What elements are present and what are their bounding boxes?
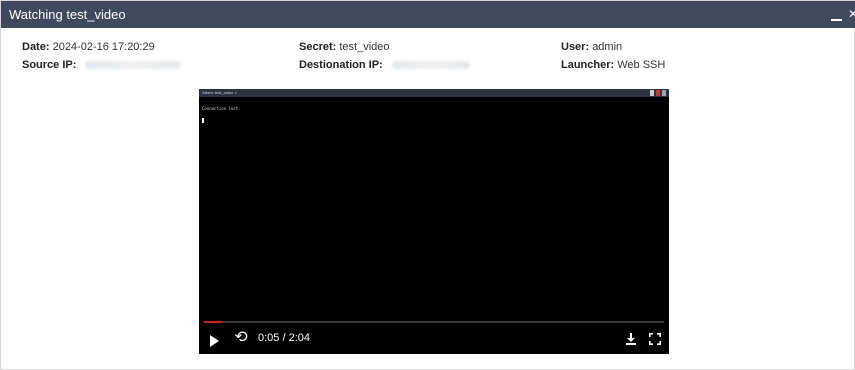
user-label: User: bbox=[561, 41, 590, 53]
terminal-title: Xterm: test_video ✓ bbox=[202, 90, 238, 95]
user-field: User: admin bbox=[561, 41, 622, 53]
fullscreen-icon[interactable] bbox=[649, 332, 661, 345]
secret-label: Secret: bbox=[299, 41, 337, 53]
terminal-titlebar: Xterm: test_video ✓ bbox=[199, 89, 669, 97]
launcher-value: Web SSH bbox=[617, 59, 666, 71]
destination-ip-field: Destionation IP: bbox=[299, 59, 470, 71]
destination-ip-value-redacted bbox=[391, 61, 470, 70]
window-title: Watching test_video bbox=[9, 7, 126, 22]
source-ip-label: Source IP: bbox=[22, 59, 77, 71]
close-icon[interactable]: ✕ bbox=[848, 6, 855, 22]
source-ip-value-redacted bbox=[85, 61, 182, 70]
terminal-user-icon bbox=[662, 90, 666, 96]
terminal-cursor bbox=[202, 118, 204, 123]
launcher-field: Launcher: Web SSH bbox=[561, 59, 665, 71]
time-display: 0:05 / 2:04 bbox=[258, 332, 310, 344]
launcher-label: Launcher: bbox=[561, 59, 615, 71]
destination-ip-label: Destionation IP: bbox=[299, 59, 383, 71]
recording-viewer-window: Watching test_video ✕ Date: 2024-02-16 1… bbox=[0, 0, 855, 370]
terminal-output: Connection lost. bbox=[202, 106, 241, 111]
window-titlebar: Watching test_video ✕ bbox=[1, 1, 855, 28]
terminal-control-icon bbox=[650, 90, 654, 96]
date-field: Date: 2024-02-16 17:20:29 bbox=[22, 41, 155, 53]
play-icon[interactable] bbox=[210, 335, 219, 347]
date-label: Date: bbox=[22, 41, 50, 53]
date-value: 2024-02-16 17:20:29 bbox=[52, 41, 155, 53]
terminal-close-icon bbox=[656, 90, 660, 96]
download-icon[interactable] bbox=[625, 332, 637, 345]
loop-icon[interactable]: ⟲ bbox=[233, 329, 249, 347]
terminal-window-controls bbox=[650, 90, 666, 96]
video-player[interactable]: Xterm: test_video ✓ Connection lost. ⟲ 0… bbox=[199, 89, 669, 354]
secret-value: test_video bbox=[339, 41, 390, 53]
progress-bar-fill bbox=[204, 321, 223, 323]
secret-field: Secret: test_video bbox=[299, 41, 390, 53]
source-ip-field: Source IP: bbox=[22, 59, 182, 71]
progress-bar[interactable] bbox=[204, 321, 664, 323]
user-value: admin bbox=[592, 41, 623, 53]
minimize-icon[interactable] bbox=[830, 9, 844, 23]
